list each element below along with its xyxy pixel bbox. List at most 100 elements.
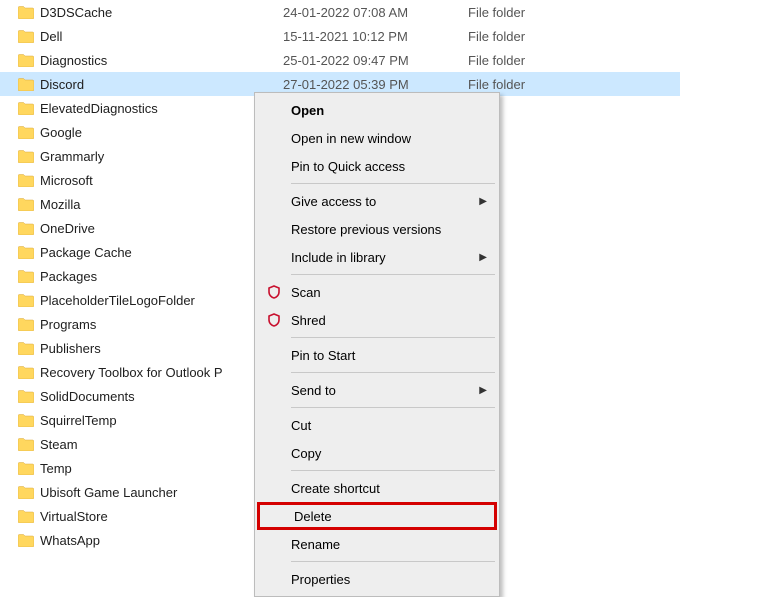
file-name: PlaceholderTileLogoFolder <box>40 293 195 308</box>
folder-icon <box>18 438 34 451</box>
folder-icon <box>18 102 34 115</box>
file-name: SquirrelTemp <box>40 413 117 428</box>
file-name: Discord <box>40 77 84 92</box>
file-date: 15-11-2021 10:12 PM <box>283 29 468 44</box>
mcafee-shield-icon <box>267 285 281 299</box>
menu-separator <box>291 274 495 275</box>
folder-icon <box>18 174 34 187</box>
menu-separator <box>291 470 495 471</box>
file-name: Ubisoft Game Launcher <box>40 485 177 500</box>
menu-label: Shred <box>291 313 326 328</box>
folder-icon <box>18 270 34 283</box>
menu-pin-quick-access[interactable]: Pin to Quick access <box>257 152 497 180</box>
menu-label: Include in library <box>291 250 386 265</box>
folder-icon <box>18 6 34 19</box>
file-date: 24-01-2022 07:08 AM <box>283 5 468 20</box>
file-type: File folder <box>468 53 588 68</box>
folder-icon <box>18 150 34 163</box>
menu-label: Create shortcut <box>291 481 380 496</box>
menu-label: Rename <box>291 537 340 552</box>
menu-separator <box>291 337 495 338</box>
menu-open-new-window[interactable]: Open in new window <box>257 124 497 152</box>
mcafee-shield-icon <box>267 313 281 327</box>
file-name: Recovery Toolbox for Outlook P <box>40 365 223 380</box>
file-type: File folder <box>468 29 588 44</box>
file-type: File folder <box>468 5 588 20</box>
folder-icon <box>18 78 34 91</box>
file-name: Grammarly <box>40 149 104 164</box>
folder-icon <box>18 318 34 331</box>
menu-label: Restore previous versions <box>291 222 441 237</box>
submenu-arrow-icon: ▶ <box>479 385 487 396</box>
folder-icon <box>18 222 34 235</box>
folder-icon <box>18 246 34 259</box>
menu-label: Cut <box>291 418 311 433</box>
menu-separator <box>291 407 495 408</box>
menu-label: Properties <box>291 572 350 587</box>
file-row[interactable]: D3DSCache 24-01-2022 07:08 AMFile folder <box>0 0 680 24</box>
menu-shred[interactable]: Shred <box>257 306 497 334</box>
menu-cut[interactable]: Cut <box>257 411 497 439</box>
file-name: Microsoft <box>40 173 93 188</box>
folder-icon <box>18 486 34 499</box>
submenu-arrow-icon: ▶ <box>479 196 487 207</box>
file-name: OneDrive <box>40 221 95 236</box>
file-name: VirtualStore <box>40 509 108 524</box>
folder-icon <box>18 54 34 67</box>
menu-scan[interactable]: Scan <box>257 278 497 306</box>
menu-properties[interactable]: Properties <box>257 565 497 593</box>
file-date: 25-01-2022 09:47 PM <box>283 53 468 68</box>
folder-icon <box>18 198 34 211</box>
menu-label: Send to <box>291 383 336 398</box>
file-name: SolidDocuments <box>40 389 135 404</box>
file-name: WhatsApp <box>40 533 100 548</box>
menu-label: Pin to Quick access <box>291 159 405 174</box>
menu-label: Delete <box>294 509 332 524</box>
menu-send-to[interactable]: Send to ▶ <box>257 376 497 404</box>
menu-label: Pin to Start <box>291 348 355 363</box>
folder-icon <box>18 534 34 547</box>
file-name: Dell <box>40 29 62 44</box>
folder-icon <box>18 510 34 523</box>
file-name: Package Cache <box>40 245 132 260</box>
menu-include-in-library[interactable]: Include in library ▶ <box>257 243 497 271</box>
menu-label: Scan <box>291 285 321 300</box>
file-row[interactable]: Diagnostics 25-01-2022 09:47 PMFile folde… <box>0 48 680 72</box>
menu-create-shortcut[interactable]: Create shortcut <box>257 474 497 502</box>
menu-label: Open <box>291 103 324 118</box>
menu-copy[interactable]: Copy <box>257 439 497 467</box>
file-name: D3DSCache <box>40 5 112 20</box>
folder-icon <box>18 462 34 475</box>
file-name: Programs <box>40 317 96 332</box>
menu-delete[interactable]: Delete <box>257 502 497 530</box>
folder-icon <box>18 366 34 379</box>
menu-give-access-to[interactable]: Give access to ▶ <box>257 187 497 215</box>
submenu-arrow-icon: ▶ <box>479 252 487 263</box>
menu-label: Copy <box>291 446 321 461</box>
menu-separator <box>291 561 495 562</box>
folder-icon <box>18 30 34 43</box>
file-type: File folder <box>468 77 588 92</box>
file-name: Diagnostics <box>40 53 107 68</box>
file-date: 27-01-2022 05:39 PM <box>283 77 468 92</box>
menu-label: Open in new window <box>291 131 411 146</box>
folder-icon <box>18 390 34 403</box>
folder-icon <box>18 294 34 307</box>
menu-open[interactable]: Open <box>257 96 497 124</box>
context-menu: Open Open in new window Pin to Quick acc… <box>254 92 500 597</box>
file-name: ElevatedDiagnostics <box>40 101 158 116</box>
folder-icon <box>18 414 34 427</box>
menu-rename[interactable]: Rename <box>257 530 497 558</box>
folder-icon <box>18 342 34 355</box>
file-row[interactable]: Dell 15-11-2021 10:12 PMFile folder <box>0 24 680 48</box>
file-name: Steam <box>40 437 78 452</box>
menu-restore-previous[interactable]: Restore previous versions <box>257 215 497 243</box>
file-name: Temp <box>40 461 72 476</box>
menu-separator <box>291 183 495 184</box>
menu-separator <box>291 372 495 373</box>
file-name: Mozilla <box>40 197 80 212</box>
file-name: Google <box>40 125 82 140</box>
folder-icon <box>18 126 34 139</box>
menu-label: Give access to <box>291 194 376 209</box>
menu-pin-to-start[interactable]: Pin to Start <box>257 341 497 369</box>
